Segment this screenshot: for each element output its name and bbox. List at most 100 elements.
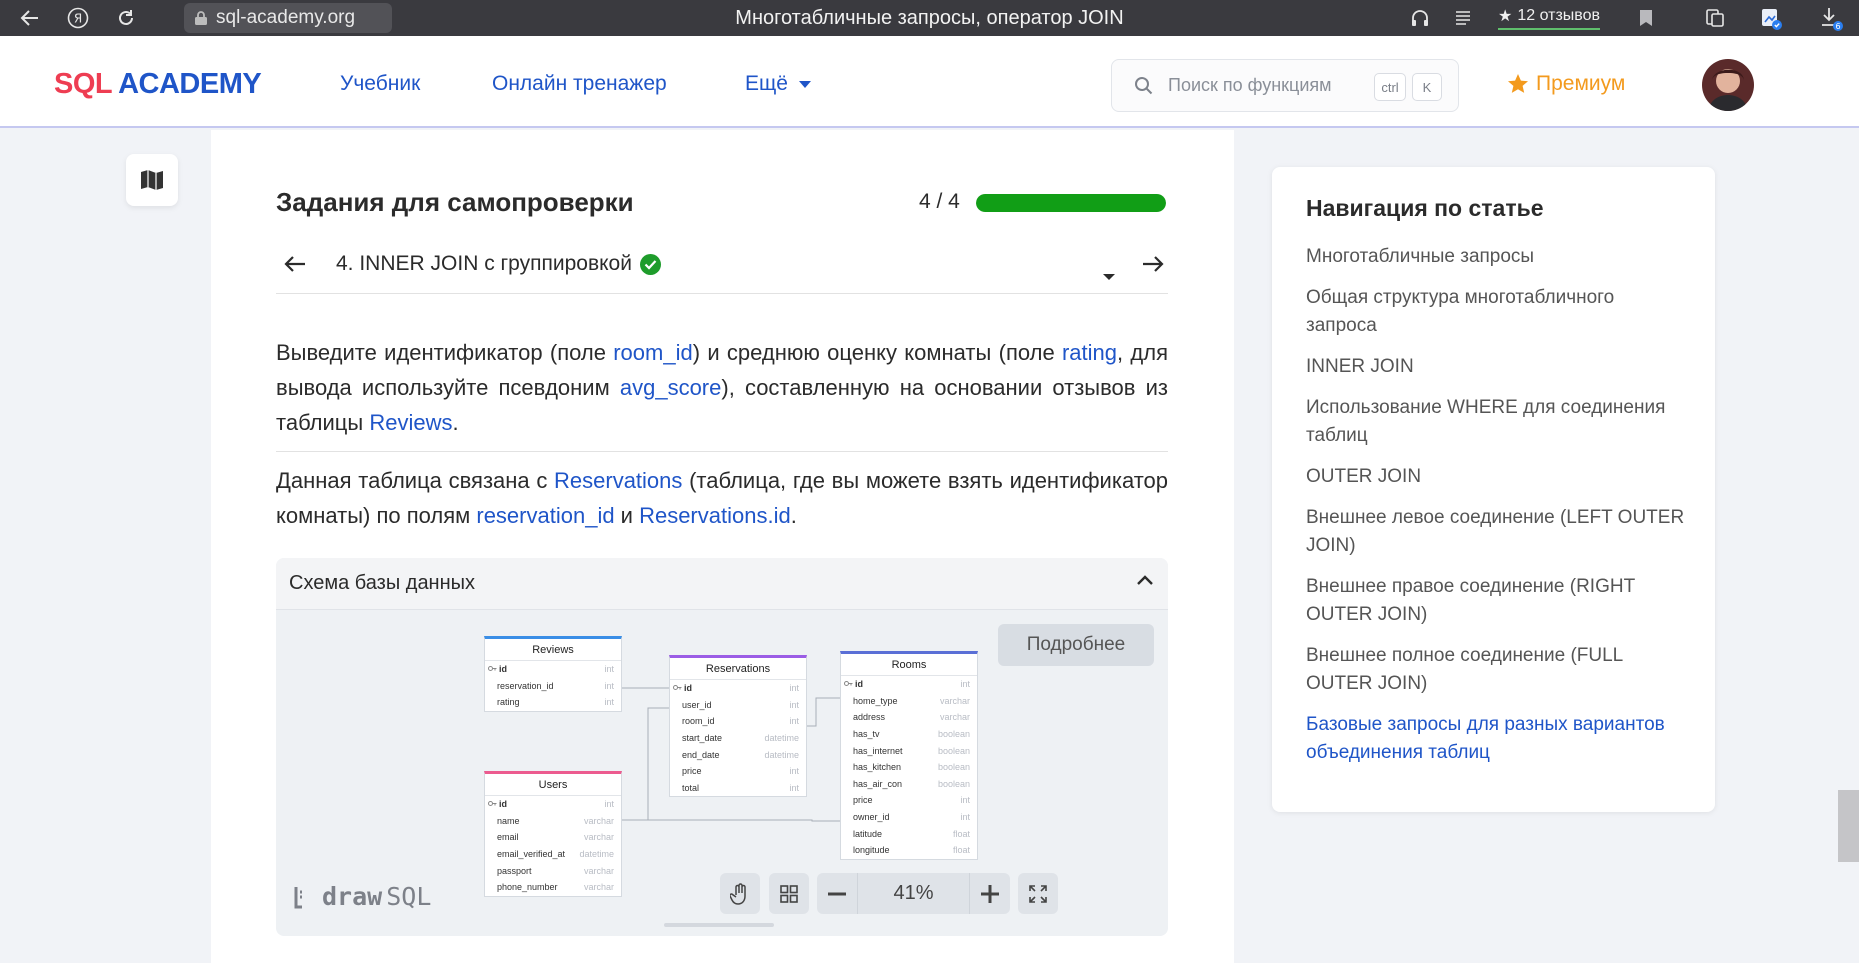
link-room-id[interactable]: room_id (613, 340, 692, 365)
link-avg-score[interactable]: avg_score (620, 375, 722, 400)
table-column-row: has_internet boolean (841, 742, 977, 759)
sidebar-nav-item[interactable]: Использование WHERE для соединения табли… (1306, 394, 1686, 450)
column-type: float (952, 828, 970, 839)
column-name: id (488, 664, 507, 674)
table-column-row: id int (485, 796, 621, 813)
column-name: name (497, 815, 520, 826)
site-logo[interactable]: SQL ACADEMY (54, 68, 262, 101)
link-reservations[interactable]: Reservations (554, 468, 682, 493)
text: ) и среднюю оценку комнаты (поле (692, 340, 1062, 365)
column-name: longitude (853, 845, 890, 856)
column-name: user_id (682, 699, 712, 710)
table-column-row: phone_number varchar (485, 879, 621, 896)
sidebar-nav-item[interactable]: Общая структура многотабличного запроса (1306, 284, 1686, 340)
table-header: Users (485, 774, 621, 796)
extension-icon[interactable] (1758, 0, 1784, 36)
progress-fill (976, 194, 1166, 212)
text: . (790, 503, 797, 528)
premium-link[interactable]: Премиум (1506, 72, 1625, 96)
column-name: owner_id (853, 812, 890, 823)
link-rating[interactable]: rating (1062, 340, 1117, 365)
table-column-row: user_id int (670, 697, 806, 714)
download-count: 6 (1835, 22, 1840, 31)
address-bar[interactable]: sql-academy.org (184, 3, 392, 33)
table-users[interactable]: Users id int name varchar email varchar email_v… (484, 771, 622, 897)
task-dropdown-button[interactable] (1102, 256, 1116, 288)
zoom-level: 41% (893, 882, 934, 904)
sidebar-nav-item[interactable]: Внешнее левое соединение (LEFT OUTER JOI… (1306, 504, 1686, 560)
article-navigation: Навигация по статье Многотабличные запро… (1272, 167, 1715, 812)
nav-more[interactable]: Ещё (745, 72, 812, 96)
table-column-row: owner_id int (841, 809, 977, 826)
collections-icon[interactable] (1702, 0, 1728, 36)
page-scrollbar[interactable] (1838, 790, 1859, 862)
sidebar-nav-item[interactable]: Базовые запросы для разных вариантов объ… (1306, 711, 1686, 767)
sidebar-nav-item[interactable]: INNER JOIN (1306, 353, 1686, 381)
column-type: varchar (583, 832, 614, 843)
grid-button[interactable] (769, 873, 809, 914)
table-reservations[interactable]: Reservations id int user_id int room_id int sta… (669, 655, 807, 798)
table-column-row: longitude float (841, 842, 977, 859)
link-reservation-id[interactable]: reservation_id (476, 503, 614, 528)
column-name: price (853, 795, 873, 806)
sidebar-nav-item[interactable]: Многотабличные запросы (1306, 243, 1686, 271)
sidebar-title: Навигация по статье (1306, 195, 1544, 221)
column-type: float (952, 845, 970, 856)
map-button[interactable] (126, 154, 178, 206)
arrow-left-icon (284, 256, 305, 272)
headphones-icon[interactable] (1408, 0, 1432, 36)
column-name: id (488, 799, 507, 809)
zoom-in-button[interactable] (969, 873, 1010, 914)
prev-task-button[interactable] (284, 248, 306, 280)
yandex-icon[interactable]: Я (66, 0, 90, 36)
table-column-row: home_type varchar (841, 693, 977, 710)
link-reservations-id[interactable]: Reservations.id (639, 503, 791, 528)
column-type: int (789, 699, 799, 710)
sidebar-nav-item[interactable]: OUTER JOIN (1306, 463, 1686, 491)
search-input[interactable]: Поиск по функциям ctrl K (1111, 59, 1459, 112)
reader-icon[interactable] (1451, 0, 1475, 36)
column-name: id (673, 683, 692, 693)
table-reviews[interactable]: Reviews id int reservation_id int rating int (484, 636, 622, 712)
bookmark-icon[interactable] (1634, 0, 1658, 36)
nav-tutorial[interactable]: Учебник (340, 72, 420, 96)
link-reviews[interactable]: Reviews (369, 410, 452, 435)
url-text: sql-academy.org (216, 7, 356, 28)
download-icon[interactable]: 6 (1816, 0, 1846, 36)
table-column-row: has_kitchen boolean (841, 759, 977, 776)
progress-text: 4 / 4 (919, 190, 960, 213)
next-task-button[interactable] (1142, 248, 1164, 280)
table-column-row: email_verified_at datetime (485, 846, 621, 863)
sidebar-nav-item[interactable]: Внешнее полное соединение (FULL OUTER JO… (1306, 642, 1686, 698)
column-type: int (604, 799, 614, 810)
lock-icon (195, 11, 207, 25)
column-type: int (960, 812, 970, 823)
back-arrow-icon[interactable] (18, 0, 42, 36)
column-name: rating (497, 697, 520, 708)
sidebar-nav-item[interactable]: Внешнее правое соединение (RIGHT OUTER J… (1306, 573, 1686, 629)
table-column-row: email varchar (485, 829, 621, 846)
column-type: int (789, 766, 799, 777)
schema-scrollbar[interactable] (664, 923, 774, 927)
avatar[interactable] (1702, 59, 1754, 111)
column-type: varchar (939, 712, 970, 723)
zoom-out-button[interactable] (817, 873, 858, 914)
column-type: int (789, 683, 799, 694)
table-rooms[interactable]: Rooms id int home_type varchar address varchar… (840, 651, 978, 860)
star-icon: ★ (1498, 8, 1513, 25)
column-type: int (960, 679, 970, 690)
site-header: SQL ACADEMY Учебник Онлайн тренажер Ещё … (0, 36, 1859, 128)
task-title[interactable]: 4. INNER JOIN с группировкой (336, 252, 661, 276)
table-column-row: price int (841, 792, 977, 809)
table-column-row: id int (841, 676, 977, 693)
more-button[interactable]: Подробнее (998, 624, 1154, 666)
grid-icon (780, 884, 798, 903)
search-placeholder: Поиск по функциям (1168, 75, 1332, 95)
fullscreen-button[interactable] (1018, 873, 1058, 914)
table-column-row: rating int (485, 694, 621, 711)
reload-icon[interactable] (114, 0, 138, 36)
pan-button[interactable] (720, 873, 760, 914)
nav-online-trainer[interactable]: Онлайн тренажер (492, 72, 667, 96)
reviews-link[interactable]: ★ 12 отзывов (1498, 4, 1601, 30)
check-circle-icon (639, 253, 661, 275)
